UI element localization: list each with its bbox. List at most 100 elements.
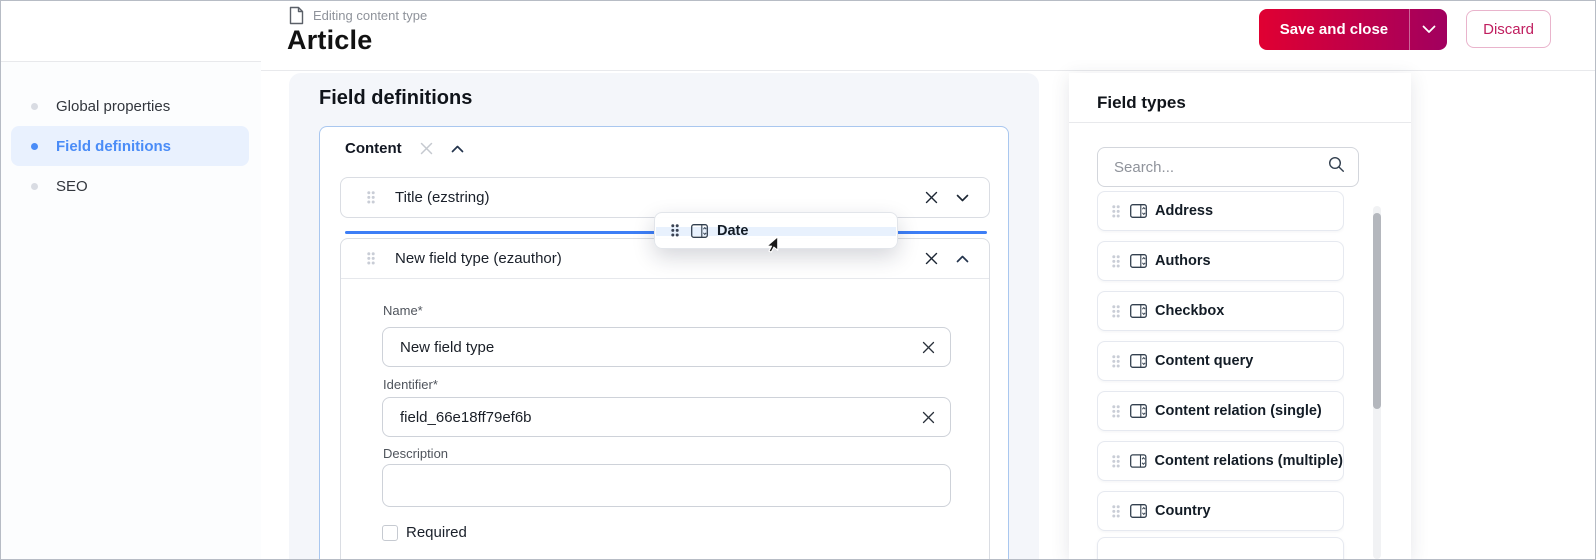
sidebar-item-label: Field definitions xyxy=(56,138,171,155)
identifier-clear-button[interactable] xyxy=(922,411,935,424)
description-input[interactable] xyxy=(382,464,951,507)
field-row-new-field-type: New field type (ezauthor) Name* xyxy=(340,238,990,559)
name-field-label: Name* xyxy=(383,303,423,318)
field-type-icon xyxy=(1130,304,1147,318)
header-actions: Save and close Discard xyxy=(1259,9,1551,50)
field-type-label: Address xyxy=(1155,203,1213,219)
sidebar-item-field-definitions[interactable]: Field definitions xyxy=(11,126,249,166)
scrollbar-track[interactable] xyxy=(1373,206,1381,559)
drag-handle-icon[interactable] xyxy=(367,252,375,265)
identifier-field-wrapper xyxy=(382,397,951,437)
field-type-list-item[interactable]: Authors xyxy=(1097,241,1344,281)
field-collapse-button[interactable] xyxy=(956,255,969,263)
close-icon xyxy=(420,142,433,155)
required-label: Required xyxy=(406,524,467,541)
field-type-icon xyxy=(1130,454,1147,468)
field-expand-button[interactable] xyxy=(956,194,969,202)
chevron-up-icon xyxy=(451,145,464,153)
panel-heading: Field types xyxy=(1069,73,1411,123)
field-remove-button[interactable] xyxy=(925,191,938,204)
description-field-label: Description xyxy=(383,446,448,461)
field-type-icon xyxy=(691,224,708,238)
discard-button[interactable]: Discard xyxy=(1466,10,1551,48)
drag-handle-icon[interactable] xyxy=(367,191,375,204)
sidebar-item-label: Global properties xyxy=(56,98,170,115)
field-type-list-item[interactable]: Country xyxy=(1097,491,1344,531)
name-field-wrapper xyxy=(382,327,951,367)
field-types-panel: Field types xyxy=(1069,73,1411,559)
left-sidebar: Global properties Field definitions SEO xyxy=(1,1,261,559)
chevron-down-icon xyxy=(956,194,969,202)
required-checkbox[interactable] xyxy=(382,525,398,541)
cursor-icon xyxy=(762,235,780,258)
drag-handle-icon[interactable] xyxy=(1112,455,1120,468)
search-box xyxy=(1097,147,1359,187)
drag-handle-icon[interactable] xyxy=(1112,405,1120,418)
drag-handle-icon[interactable] xyxy=(1112,305,1120,318)
nav-dot-icon xyxy=(31,103,38,110)
chevron-down-icon xyxy=(1422,25,1436,34)
nav-dot-icon xyxy=(31,183,38,190)
search-input[interactable] xyxy=(1098,159,1328,176)
close-icon xyxy=(925,252,938,265)
field-type-list-item[interactable]: Checkbox xyxy=(1097,291,1344,331)
field-type-list-item[interactable]: Content relations (multiple) xyxy=(1097,441,1344,481)
field-definitions-panel: Field definitions Content xyxy=(289,73,1039,559)
sidebar-item-label: SEO xyxy=(56,178,88,195)
save-and-close-button[interactable]: Save and close xyxy=(1259,9,1409,50)
field-type-icon xyxy=(1130,204,1147,218)
page-header: Editing content type Article Save and cl… xyxy=(261,1,1595,71)
field-type-icon xyxy=(1130,404,1147,418)
group-remove-button[interactable] xyxy=(420,142,433,155)
save-options-dropdown-button[interactable] xyxy=(1410,9,1447,50)
drag-handle-icon[interactable] xyxy=(1112,205,1120,218)
name-input[interactable] xyxy=(383,339,922,356)
field-type-icon xyxy=(1130,504,1147,518)
field-type-label: Content relation (single) xyxy=(1155,403,1322,419)
content-field-group: Content Title (ezstring) xyxy=(319,126,1009,559)
search-icon xyxy=(1328,156,1345,178)
field-types-list: Address Authors xyxy=(1097,191,1344,559)
sidebar-item-seo[interactable]: SEO xyxy=(11,166,249,206)
field-type-label: Content relations (multiple) xyxy=(1155,453,1344,469)
field-type-icon xyxy=(1130,254,1147,268)
sidebar-item-global-properties[interactable]: Global properties xyxy=(11,86,249,126)
nav-dot-icon xyxy=(31,143,38,150)
anchor-nav: Global properties Field definitions SEO xyxy=(1,61,261,559)
drag-handle-icon[interactable] xyxy=(1112,255,1120,268)
close-icon xyxy=(925,191,938,204)
save-split-button: Save and close xyxy=(1259,9,1447,50)
identifier-field-label: Identifier* xyxy=(383,377,438,392)
chevron-up-icon xyxy=(956,255,969,263)
field-type-list-item[interactable]: Content query xyxy=(1097,341,1344,381)
page-title: Article xyxy=(287,25,372,56)
context-label: Editing content type xyxy=(313,8,427,23)
dragged-item-label: Date xyxy=(717,223,748,239)
field-remove-button[interactable] xyxy=(925,252,938,265)
drag-handle-icon[interactable] xyxy=(671,224,679,237)
group-title: Content xyxy=(345,140,402,157)
close-icon xyxy=(922,411,935,424)
field-type-label: Authors xyxy=(1155,253,1211,269)
field-type-list-item-partial[interactable] xyxy=(1097,537,1344,560)
section-heading: Field definitions xyxy=(319,87,472,110)
app-window: Editing content type Article Save and cl… xyxy=(0,0,1596,560)
group-header: Content xyxy=(345,140,464,157)
field-type-icon xyxy=(1130,354,1147,368)
required-checkbox-row: Required xyxy=(382,524,467,541)
identifier-input[interactable] xyxy=(383,409,922,426)
panel-title: Field types xyxy=(1097,93,1186,113)
group-collapse-button[interactable] xyxy=(451,145,464,153)
field-type-list-item[interactable]: Address xyxy=(1097,191,1344,231)
field-type-label: Checkbox xyxy=(1155,303,1224,319)
field-type-label: Country xyxy=(1155,503,1211,519)
field-type-label: Content query xyxy=(1155,353,1253,369)
scrollbar-thumb[interactable] xyxy=(1373,213,1381,409)
field-row-label: Title (ezstring) xyxy=(395,189,489,206)
field-type-list-item[interactable]: Content relation (single) xyxy=(1097,391,1344,431)
close-icon xyxy=(922,341,935,354)
field-row-label: New field type (ezauthor) xyxy=(395,250,562,267)
name-clear-button[interactable] xyxy=(922,341,935,354)
drag-handle-icon[interactable] xyxy=(1112,355,1120,368)
drag-handle-icon[interactable] xyxy=(1112,505,1120,518)
